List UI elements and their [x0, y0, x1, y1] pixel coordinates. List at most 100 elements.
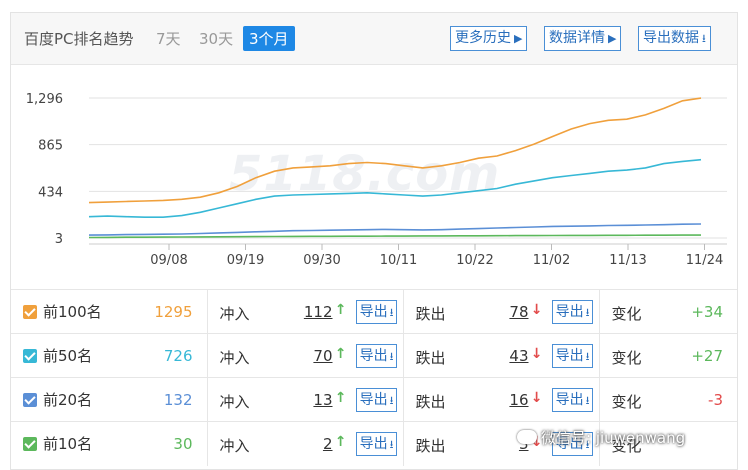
- rank-label: 前10名: [43, 435, 93, 454]
- arrow-up-icon: ↑: [334, 346, 347, 362]
- rank-checkbox[interactable]: [23, 349, 37, 363]
- drop-out-count[interactable]: 43: [509, 347, 528, 365]
- export-in-button[interactable]: 导出 ⭳: [355, 300, 397, 324]
- download-icon: ⭳: [585, 306, 590, 319]
- rank-total: 726: [163, 347, 193, 365]
- series-line: [88, 223, 702, 236]
- y-tick-label: 865: [38, 139, 63, 154]
- caret-right-icon: ▶: [608, 32, 617, 45]
- download-icon: ⭳: [585, 394, 590, 407]
- range-30days-tab[interactable]: 30天: [199, 28, 233, 49]
- export-data-button[interactable]: 导出数据 ⭳: [638, 26, 711, 51]
- rank-name-cell: 前50名 726: [11, 333, 208, 378]
- drop-out-count[interactable]: 78: [509, 303, 528, 321]
- table-row: 前20名 132 冲入 13 ↑ 导出 ⭳ 跌出 16 ↓ 导出 ⭳ 变化 -3: [11, 377, 737, 422]
- export-out-button[interactable]: 导出 ⭳: [551, 300, 593, 324]
- rank-name-cell: 前100名 1295: [11, 289, 208, 334]
- rush-in-label: 冲入: [219, 437, 250, 455]
- rank-checkbox[interactable]: [23, 437, 37, 452]
- drop-out-cell: 跌出 78 ↓ 导出 ⭳: [403, 289, 600, 334]
- rush-in-label: 冲入: [219, 349, 250, 367]
- range-3months-tab[interactable]: 3个月: [243, 26, 295, 51]
- rank-total: 1295: [154, 303, 193, 321]
- download-icon: ⭳: [389, 350, 394, 363]
- rush-in-count[interactable]: 2: [323, 435, 333, 453]
- arrow-down-icon: ↓: [530, 302, 543, 318]
- x-tick-label: 11/02: [533, 253, 570, 268]
- download-icon: ⭳: [702, 32, 706, 45]
- trend-chart-svg: 1,296 865 434 3 09/08 09/19 09/30 10/11 10/22 11/…: [26, 92, 727, 268]
- range-7days-tab[interactable]: 7天: [156, 28, 181, 49]
- rush-in-count[interactable]: 112: [304, 303, 333, 321]
- export-out-button[interactable]: 导出 ⭳: [551, 388, 593, 412]
- rush-in-label: 冲入: [219, 305, 250, 323]
- y-tick-label: 3: [55, 232, 63, 247]
- x-tick-label: 09/30: [303, 253, 340, 268]
- change-value: -3: [708, 391, 723, 409]
- more-history-button[interactable]: 更多历史 ▶: [450, 26, 528, 51]
- x-tick-label: 09/08: [150, 253, 187, 268]
- drop-out-label: 跌出: [415, 437, 446, 455]
- data-detail-button[interactable]: 数据详情 ▶: [544, 26, 622, 51]
- change-cell: 变化 +27: [599, 333, 737, 378]
- change-cell: 变化 +34: [599, 289, 737, 334]
- arrow-down-icon: ↓: [530, 390, 543, 406]
- table-row: 前100名 1295 冲入 112 ↑ 导出 ⭳ 跌出 78 ↓ 导出 ⭳ 变化 +34: [11, 289, 737, 334]
- panel-title: 百度PC排名趋势: [24, 30, 134, 48]
- trend-chart: 5118.com 1,296 865 434 3 09/08 09/19 09/30 10/1…: [11, 66, 737, 288]
- ranking-trend-panel: 百度PC排名趋势 7天 30天 3个月 更多历史 ▶ 数据详情 ▶ 导出数据 ⭳ 51…: [10, 12, 738, 470]
- rank-label: 前50名: [43, 347, 93, 365]
- change-label: 变化: [611, 393, 642, 411]
- y-tick-label: 434: [38, 185, 63, 200]
- drop-out-count[interactable]: 16: [509, 391, 528, 409]
- export-in-button[interactable]: 导出 ⭳: [355, 432, 397, 456]
- change-value: +34: [691, 303, 723, 321]
- caret-right-icon: ▶: [514, 32, 523, 45]
- series-line: [88, 158, 702, 218]
- rush-in-count[interactable]: 70: [313, 347, 332, 365]
- series-line: [88, 234, 701, 239]
- download-icon: ⭳: [389, 306, 394, 319]
- rank-name-cell: 前20名 132: [11, 377, 208, 422]
- rank-checkbox[interactable]: [23, 305, 37, 319]
- download-icon: ⭳: [585, 350, 590, 363]
- rank-label: 前20名: [43, 391, 93, 409]
- arrow-up-icon: ↑: [334, 302, 347, 318]
- series-line: [88, 97, 702, 204]
- wechat-overlay: 微信号: jiuwenwang: [517, 427, 685, 448]
- rush-in-cell: 冲入 70 ↑ 导出 ⭳: [207, 333, 404, 378]
- x-tick-label: 10/22: [456, 253, 493, 268]
- rush-in-count[interactable]: 13: [313, 391, 332, 409]
- rush-in-cell: 冲入 112 ↑ 导出 ⭳: [207, 289, 404, 334]
- rank-total: 30: [173, 435, 193, 453]
- x-tick-label: 09/19: [227, 253, 264, 268]
- wechat-icon: [517, 430, 537, 444]
- y-tick-label: 1,296: [26, 92, 63, 107]
- x-tick-label: 11/13: [609, 253, 646, 268]
- drop-out-label: 跌出: [415, 305, 446, 323]
- export-in-button[interactable]: 导出 ⭳: [355, 388, 397, 412]
- change-cell: 变化 -3: [599, 377, 737, 422]
- drop-out-label: 跌出: [415, 349, 446, 367]
- table-row: 前50名 726 冲入 70 ↑ 导出 ⭳ 跌出 43 ↓ 导出 ⭳ 变化 +27: [11, 333, 737, 378]
- download-icon: ⭳: [389, 394, 394, 407]
- rush-in-cell: 冲入 2 ↑ 导出 ⭳: [207, 421, 404, 466]
- x-tick-label: 11/24: [686, 253, 723, 268]
- drop-out-cell: 跌出 43 ↓ 导出 ⭳: [403, 333, 600, 378]
- rush-in-label: 冲入: [219, 393, 250, 411]
- drop-out-cell: 跌出 16 ↓ 导出 ⭳: [403, 377, 600, 422]
- export-out-button[interactable]: 导出 ⭳: [551, 344, 593, 368]
- rank-checkbox[interactable]: [23, 393, 37, 407]
- arrow-up-icon: ↑: [334, 390, 347, 406]
- x-tick-label: 10/11: [380, 253, 417, 268]
- rank-label: 前100名: [43, 303, 102, 321]
- arrow-up-icon: ↑: [334, 434, 347, 450]
- change-label: 变化: [611, 349, 642, 367]
- change-value: +27: [691, 347, 723, 365]
- rush-in-cell: 冲入 13 ↑ 导出 ⭳: [207, 377, 404, 422]
- rank-name-cell: 前10名 30: [11, 421, 208, 466]
- export-in-button[interactable]: 导出 ⭳: [355, 344, 397, 368]
- panel-header: 百度PC排名趋势 7天 30天 3个月 更多历史 ▶ 数据详情 ▶ 导出数据 ⭳: [11, 13, 737, 65]
- arrow-down-icon: ↓: [530, 346, 543, 362]
- drop-out-label: 跌出: [415, 393, 446, 411]
